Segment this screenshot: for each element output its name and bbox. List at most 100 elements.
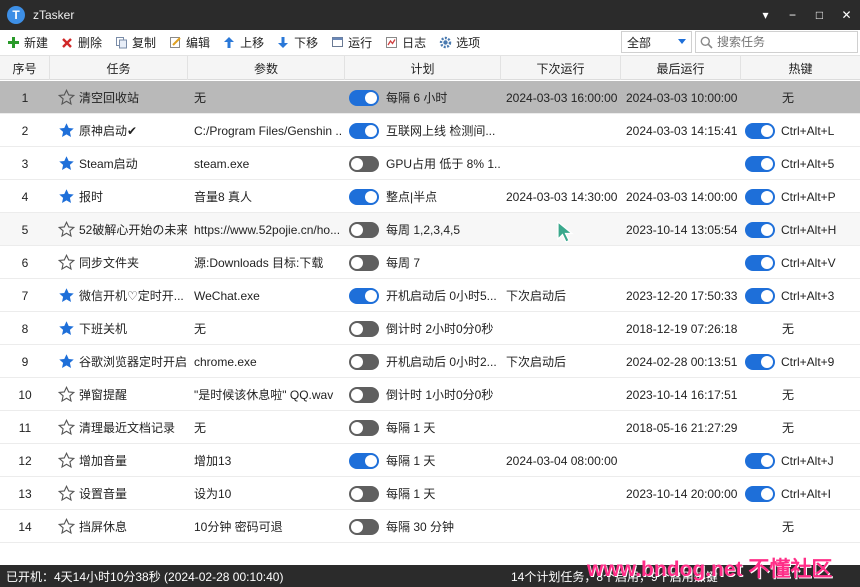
star-outline-icon[interactable] <box>56 411 76 444</box>
star-filled-icon[interactable] <box>56 279 76 312</box>
task-row[interactable]: 14 挡屏休息 10分钟 密码可退 每隔 30 分钟 无 <box>0 510 860 543</box>
star-filled-icon[interactable] <box>56 312 76 345</box>
column-header-last-run[interactable]: 最后运行 <box>621 56 741 80</box>
plan-toggle-switch[interactable] <box>349 518 379 535</box>
column-header-params[interactable]: 参数 <box>188 56 345 80</box>
hotkey-toggle[interactable] <box>745 147 775 180</box>
task-row[interactable]: 5 52破解心开始の未来 https://www.52pojie.cn/ho... 每… <box>0 213 860 246</box>
plan-toggle-switch[interactable] <box>349 353 379 370</box>
task-row[interactable]: 9 谷歌浏览器定时开启 chrome.exe 开机启动后 0小时2... 下次启动后 20… <box>0 345 860 378</box>
plan-toggle-switch[interactable] <box>349 485 379 502</box>
star-outline-icon[interactable] <box>56 444 76 477</box>
task-row[interactable]: 10 弹窗提醒 "是时候该休息啦" QQ.wav 倒计时 1小时0分0秒 2023-10… <box>0 378 860 411</box>
task-row[interactable]: 2 原神启动✔ C:/Program Files/Genshin ... 互联网上线 … <box>0 114 860 147</box>
hotkey-toggle-switch[interactable] <box>745 287 775 304</box>
maximize-button[interactable]: □ <box>806 0 833 30</box>
search-box[interactable] <box>695 31 858 53</box>
column-header-hotkey[interactable]: 热键 <box>741 56 860 80</box>
plan-toggle[interactable] <box>349 510 379 543</box>
move-down-button[interactable]: 下移 <box>270 31 324 55</box>
hotkey-toggle-switch[interactable] <box>745 485 775 502</box>
hotkey-toggle-switch[interactable] <box>745 221 775 238</box>
hotkey-toggle[interactable] <box>745 477 775 510</box>
plan-toggle[interactable] <box>349 213 379 246</box>
grid-header: 序号 任务 参数 计划 下次运行 最后运行 热键 <box>0 56 860 80</box>
plan-toggle[interactable] <box>349 246 379 279</box>
hotkey-toggle-switch[interactable] <box>745 254 775 271</box>
plan-toggle-switch[interactable] <box>349 419 379 436</box>
plan-toggle[interactable] <box>349 81 379 114</box>
hotkey-toggle-switch[interactable] <box>745 452 775 469</box>
column-header-next-run[interactable]: 下次运行 <box>501 56 621 80</box>
hotkey-toggle-switch[interactable] <box>745 188 775 205</box>
task-row[interactable]: 11 清理最近文档记录 无 每隔 1 天 2018-05-16 21:27:29 无 <box>0 411 860 444</box>
hotkey-toggle[interactable] <box>745 345 775 378</box>
minimize-button[interactable]: − <box>779 0 806 30</box>
star-filled-icon[interactable] <box>56 345 76 378</box>
plan-toggle-switch[interactable] <box>349 254 379 271</box>
copy-button[interactable]: 复制 <box>108 31 162 55</box>
plan-toggle[interactable] <box>349 180 379 213</box>
plan-toggle-switch[interactable] <box>349 89 379 106</box>
plan-toggle[interactable] <box>349 114 379 147</box>
task-row[interactable]: 13 设置音量 设为10 每隔 1 天 2023-10-14 20:00:00 Ctrl+… <box>0 477 860 510</box>
star-outline-icon[interactable] <box>56 81 76 114</box>
task-row[interactable]: 3 Steam启动 steam.exe GPU占用 低于 8% 1... Ctrl+Al… <box>0 147 860 180</box>
plan-toggle[interactable] <box>349 378 379 411</box>
plan-toggle[interactable] <box>349 477 379 510</box>
hotkey-toggle-switch[interactable] <box>745 155 775 172</box>
plan-toggle-switch[interactable] <box>349 320 379 337</box>
search-input[interactable] <box>717 35 852 49</box>
last-run-time: 2024-03-03 14:15:41 <box>626 123 738 138</box>
star-outline-icon[interactable] <box>56 510 76 543</box>
star-filled-icon[interactable] <box>56 180 76 213</box>
plan-toggle-switch[interactable] <box>349 122 379 139</box>
plan-toggle[interactable] <box>349 147 379 180</box>
plan-toggle-switch[interactable] <box>349 221 379 238</box>
delete-button[interactable]: 删除 <box>54 31 108 55</box>
filter-select[interactable]: 全部 <box>621 31 692 53</box>
star-filled-icon[interactable] <box>56 147 76 180</box>
task-row[interactable]: 8 下班关机 无 倒计时 2小时0分0秒 2018-12-19 07:26:18 无 <box>0 312 860 345</box>
edit-button[interactable]: 编辑 <box>162 31 216 55</box>
task-row[interactable]: 1 清空回收站 无 每隔 6 小时 2024-03-03 16:00:00 2024-03… <box>0 81 860 114</box>
menu-dropdown-button[interactable]: ▾ <box>752 0 779 30</box>
hotkey-toggle[interactable] <box>745 246 775 279</box>
hotkey-text: Ctrl+Alt+H <box>781 222 837 237</box>
plan-toggle-switch[interactable] <box>349 287 379 304</box>
star-outline-icon[interactable] <box>56 213 76 246</box>
task-row[interactable]: 7 微信开机♡定时开... WeChat.exe 开机启动后 0小时5... 下次启动后… <box>0 279 860 312</box>
options-button[interactable]: 选项 <box>432 31 486 55</box>
hotkey-toggle-switch[interactable] <box>745 122 775 139</box>
hotkey-toggle[interactable] <box>745 114 775 147</box>
column-header-number[interactable]: 序号 <box>0 56 50 80</box>
plan-toggle-switch[interactable] <box>349 155 379 172</box>
task-row[interactable]: 6 同步文件夹 源:Downloads 目标:下载 每周 7 Ctrl+Alt+V <box>0 246 860 279</box>
move-up-button[interactable]: 上移 <box>216 31 270 55</box>
plan-toggle[interactable] <box>349 279 379 312</box>
plan-toggle-switch[interactable] <box>349 452 379 469</box>
run-button[interactable]: 运行 <box>324 31 378 55</box>
hotkey-toggle[interactable] <box>745 213 775 246</box>
column-header-plan[interactable]: 计划 <box>345 56 501 80</box>
plan-toggle[interactable] <box>349 312 379 345</box>
new-task-button[interactable]: 新建 <box>0 31 54 55</box>
hotkey-toggle[interactable] <box>745 180 775 213</box>
plan-toggle[interactable] <box>349 411 379 444</box>
hotkey-toggle[interactable] <box>745 279 775 312</box>
hotkey-toggle[interactable] <box>745 444 775 477</box>
star-outline-icon[interactable] <box>56 477 76 510</box>
hotkey-toggle-switch[interactable] <box>745 353 775 370</box>
close-button[interactable]: ✕ <box>833 0 860 30</box>
star-outline-icon[interactable] <box>56 378 76 411</box>
plan-toggle[interactable] <box>349 345 379 378</box>
plan-toggle-switch[interactable] <box>349 188 379 205</box>
log-button[interactable]: 日志 <box>378 31 432 55</box>
plan-toggle[interactable] <box>349 444 379 477</box>
task-row[interactable]: 4 报时 音量8 真人 整点|半点 2024-03-03 14:30:00 2024-03… <box>0 180 860 213</box>
task-row[interactable]: 12 增加音量 增加13 每隔 1 天 2024-03-04 08:00:00 Ctrl+… <box>0 444 860 477</box>
star-filled-icon[interactable] <box>56 114 76 147</box>
star-outline-icon[interactable] <box>56 246 76 279</box>
column-header-task[interactable]: 任务 <box>50 56 188 80</box>
plan-toggle-switch[interactable] <box>349 386 379 403</box>
